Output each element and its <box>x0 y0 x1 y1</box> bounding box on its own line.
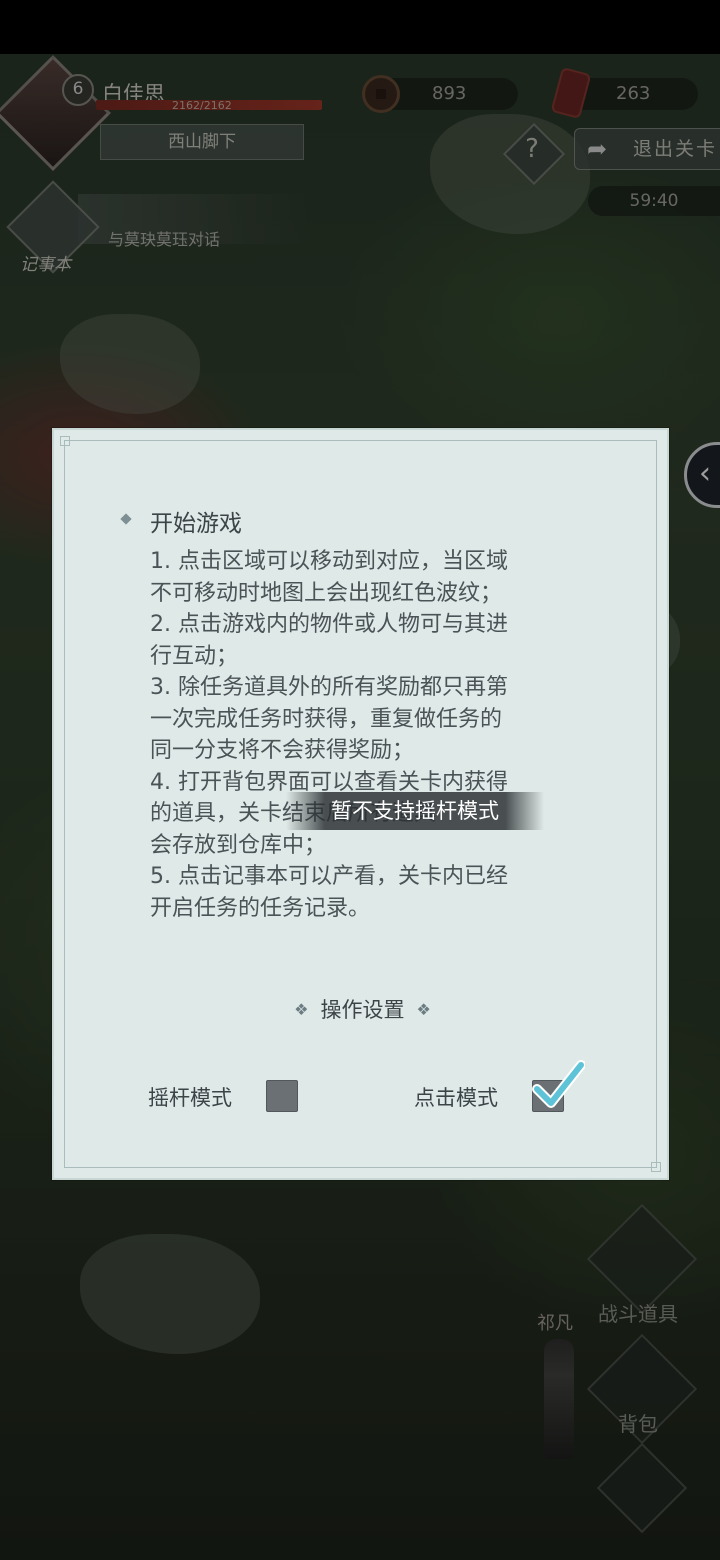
rule-line: 2. 点击游戏内的物件或人物可与其进 <box>150 612 508 637</box>
rule-line: 5. 点击记事本可以产看，关卡内已经 <box>150 864 508 889</box>
ornament-icon: ❖ <box>294 1000 309 1019</box>
rule-line: 开启任务的任务记录。 <box>150 895 371 921</box>
settings-header: ❖ 操作设置 ❖ <box>54 994 671 1024</box>
ornament-icon: ❖ <box>416 1000 431 1019</box>
rules-text: 1. 点击区域可以移动到对应，当区域 不可移动时地图上会出现红色波纹； 2. 点… <box>150 546 580 924</box>
status-bar <box>0 0 720 54</box>
rule-line: 一次完成任务时获得，重复做任务的 <box>150 706 503 732</box>
rule-line: 3. 除任务道具外的所有奖励都只再第 <box>150 675 508 700</box>
rule-line: 1. 点击区域可以移动到对应，当区域 <box>150 549 508 574</box>
rule-line: 行互动； <box>150 643 239 669</box>
toast-message: 暂不支持摇杆模式 <box>286 792 544 830</box>
joystick-mode-checkbox[interactable] <box>266 1080 298 1112</box>
rule-line: 同一分支将不会获得奖励； <box>150 738 415 763</box>
instructions-dialog: 开始游戏 1. 点击区域可以移动到对应，当区域 不可移动时地图上会出现红色波纹；… <box>52 428 669 1180</box>
settings-title: 操作设置 <box>320 998 405 1022</box>
rule-line: 会存放到仓库中； <box>150 832 327 858</box>
tap-mode-label: 点击模式 <box>414 1086 498 1110</box>
section-title: 开始游戏 <box>150 511 242 537</box>
tap-mode-checkbox[interactable] <box>532 1060 585 1112</box>
checkmark-icon <box>532 1060 585 1108</box>
joystick-mode-label: 摇杆模式 <box>148 1086 232 1110</box>
rule-line: 不可移动时地图上会出现红色波纹； <box>150 580 503 606</box>
